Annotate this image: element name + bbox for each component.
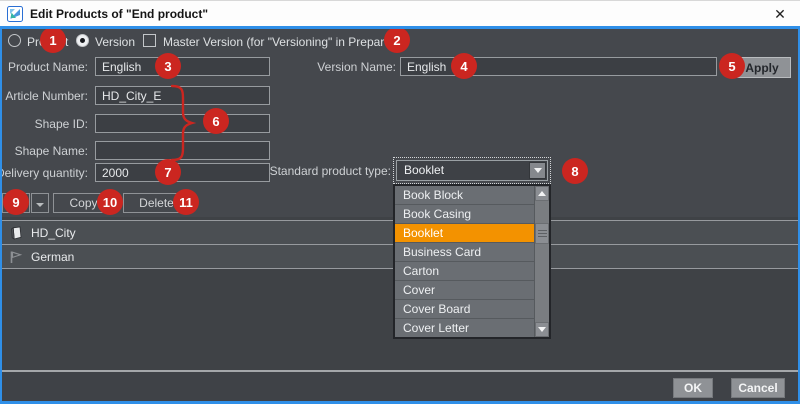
footer: OK Cancel (2, 372, 798, 401)
annotation-badge: 1 (40, 27, 66, 53)
annotation-badge: 3 (155, 53, 181, 79)
annotation-badge: 11 (173, 189, 199, 215)
delivery-quantity-label: Delivery quantity: (0, 166, 88, 180)
dropdown-item[interactable]: Cover (395, 281, 534, 300)
master-version-checkbox[interactable] (143, 34, 156, 47)
titlebar-accent (0, 26, 800, 29)
ok-button[interactable]: OK (673, 378, 713, 398)
product-type-combobox[interactable]: Booklet (393, 157, 551, 184)
window-title: Edit Products of "End product" (30, 7, 208, 21)
flag-icon (9, 250, 23, 264)
version-name-label: Version Name: (317, 60, 396, 74)
annotation-badge: 9 (3, 189, 29, 215)
product-name-input[interactable] (95, 57, 270, 76)
dropdown-item-selected[interactable]: Booklet (395, 224, 534, 243)
annotation-badge: 2 (384, 27, 410, 53)
delivery-quantity-input[interactable] (95, 163, 270, 182)
scroll-thumb[interactable] (535, 223, 549, 244)
close-icon: ✕ (774, 6, 786, 22)
chevron-down-icon (36, 203, 44, 207)
titlebar: Edit Products of "End product" ✕ (0, 0, 800, 26)
annotation-badge: 4 (451, 53, 477, 79)
product-type-selected-value: Booklet (404, 163, 444, 177)
master-version-checkbox-label[interactable]: Master Version (for "Versioning" in Prep… (163, 35, 395, 49)
dropdown-scrollbar[interactable] (534, 186, 549, 337)
tree-row-label: German (31, 250, 74, 264)
dropdown-item[interactable]: Book Block (395, 186, 534, 205)
product-type-combobox-field[interactable]: Booklet (396, 160, 548, 181)
cancel-button[interactable]: Cancel (731, 378, 785, 398)
dropdown-item[interactable]: Cover Board (395, 300, 534, 319)
annotation-badge: 8 (562, 158, 588, 184)
chevron-down-icon (534, 168, 542, 173)
grip-icon (538, 230, 547, 237)
annotation-badge: 6 (203, 108, 229, 134)
annotation-badge: 7 (155, 159, 181, 185)
dropdown-item[interactable]: Book Casing (395, 205, 534, 224)
window-border (0, 26, 2, 404)
dropdown-item[interactable]: Cover Letter (395, 319, 534, 337)
combo-arrow-button[interactable] (529, 162, 546, 179)
new-dropdown-button[interactable] (31, 193, 49, 213)
dropdown-item[interactable]: Business Card (395, 243, 534, 262)
type-dropdown-items: Book Block Book Casing Booklet Business … (395, 186, 534, 337)
article-number-label: Article Number: (5, 89, 88, 103)
scroll-up-button[interactable] (535, 186, 549, 201)
chevron-down-icon (538, 327, 546, 332)
dropdown-item[interactable]: Carton (395, 262, 534, 281)
chevron-up-icon (538, 191, 546, 196)
edit-products-dialog: Edit Products of "End product" ✕ Product… (0, 0, 800, 404)
shape-id-label: Shape ID: (35, 117, 88, 131)
version-name-input[interactable] (400, 57, 717, 76)
shape-name-label: Shape Name: (15, 144, 88, 158)
type-dropdown-list: Book Block Book Casing Booklet Business … (393, 184, 551, 339)
version-radio[interactable] (76, 34, 89, 47)
product-radio[interactable] (8, 34, 21, 47)
prinect-logo-icon (7, 6, 23, 22)
close-button[interactable]: ✕ (768, 4, 792, 24)
tree-row-label: HD_City (31, 226, 76, 240)
scroll-down-button[interactable] (535, 322, 549, 337)
annotation-brace (168, 84, 202, 162)
version-radio-label[interactable]: Version (95, 35, 135, 49)
booklet-icon (9, 226, 23, 240)
standard-product-type-label: Standard product type: (270, 164, 391, 178)
annotation-badge: 10 (97, 189, 123, 215)
annotation-badge: 5 (719, 53, 745, 79)
product-name-label: Product Name: (8, 60, 88, 74)
